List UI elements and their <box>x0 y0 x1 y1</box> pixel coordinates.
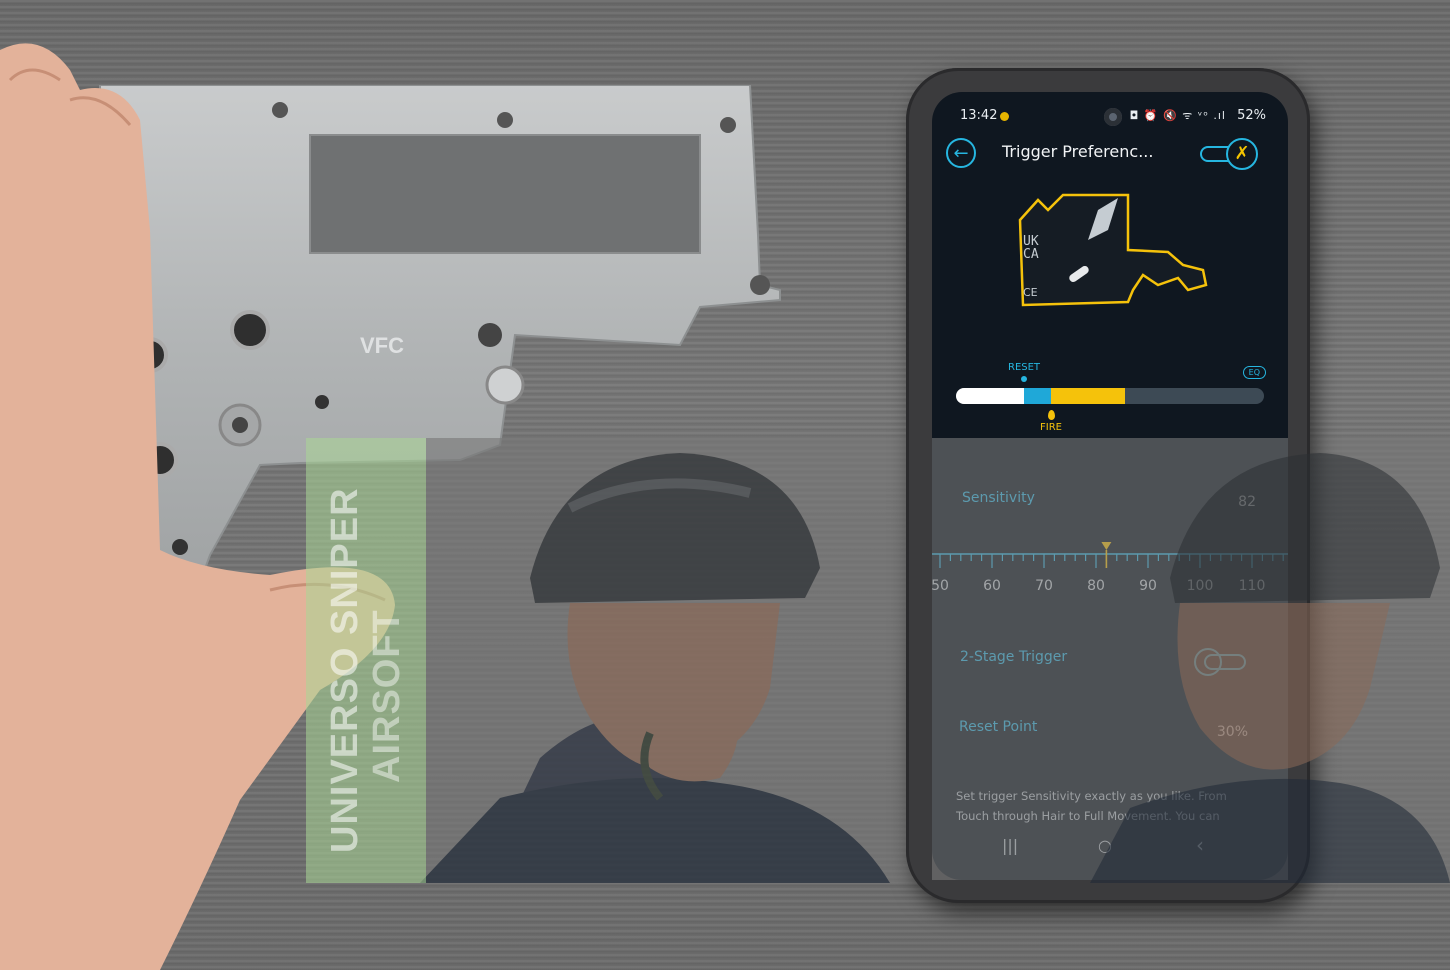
watermark-text: UNIVERSO SNIPER AIRSOFT <box>306 438 426 883</box>
front-camera <box>1104 108 1122 126</box>
travel-segment-fire <box>1051 388 1126 404</box>
watermark-line-1: UNIVERSO SNIPER <box>324 487 366 853</box>
status-bar: 13:42 ◘ ⏰ 🔇 ᯤ ᵛᵒ .ıl 52% <box>960 106 1266 126</box>
page-title: Trigger Preferenc... <box>1002 142 1154 161</box>
trigger-travel-bar[interactable] <box>956 388 1264 404</box>
fire-label: FIRE <box>1040 422 1062 433</box>
status-time: 13:42 <box>960 108 998 123</box>
ce-mark: CE <box>1023 286 1038 299</box>
trigger-illustration: UK CA CE <box>1018 193 1208 307</box>
app-bar: ← Trigger Preferenc... ✗ <box>946 136 1274 176</box>
travel-segment-reset <box>1023 388 1052 404</box>
soldier-photo <box>420 453 890 883</box>
notification-icon <box>1000 112 1009 121</box>
status-icons: ◘ ⏰ 🔇 ᯤ ᵛᵒ .ıl <box>1129 109 1226 122</box>
battery-level: 52% <box>1237 108 1266 123</box>
mode-toggle[interactable]: ✗ <box>1200 138 1258 170</box>
watermark-line-2: AIRSOFT <box>366 609 408 783</box>
reset-label: RESET <box>1008 362 1041 373</box>
wrench-icon: ✗ <box>1226 138 1258 170</box>
reset-marker[interactable] <box>1021 376 1027 382</box>
ca-mark: CA <box>1023 247 1039 262</box>
fire-marker[interactable] <box>1048 410 1055 420</box>
travel-section: RESET EQ FIRE <box>932 358 1288 438</box>
back-arrow-icon[interactable]: ← <box>946 138 976 168</box>
travel-segment-white <box>956 388 1024 404</box>
eq-badge[interactable]: EQ <box>1242 366 1266 379</box>
